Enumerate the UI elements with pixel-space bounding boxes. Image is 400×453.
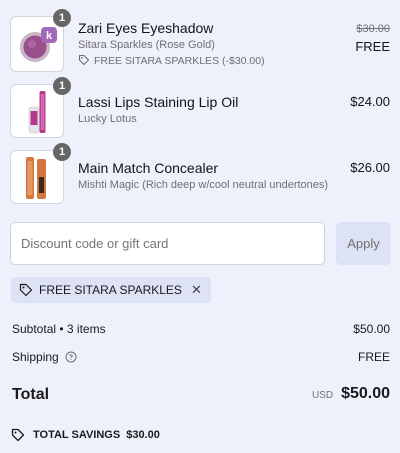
- applied-discount-chip: FREE SITARA SPARKLES ✕: [11, 277, 211, 303]
- product-name: Zari Eyes Eyeshadow: [78, 20, 214, 36]
- subtotal-label: Subtotal • 3 items: [12, 322, 106, 336]
- tag-icon: [19, 283, 33, 297]
- applied-discount-code: FREE SITARA SPARKLES: [39, 283, 182, 297]
- applied-discount: FREE SITARA SPARKLES (-$30.00): [78, 54, 265, 67]
- total-savings-value: $30.00: [126, 429, 160, 441]
- total-savings: TOTAL SAVINGS $30.00: [11, 428, 160, 442]
- tag-icon: [11, 428, 25, 442]
- total-value: $50.00: [341, 385, 390, 402]
- line-item-lip-oil: 1 Lassi Lips Staining Lip Oil Lucky Lotu…: [10, 77, 392, 140]
- shipping-label: Shipping: [12, 350, 59, 364]
- item-price: FREE: [355, 39, 390, 54]
- currency-code: USD: [311, 390, 334, 401]
- quantity-badge: 1: [53, 9, 71, 27]
- compare-at-price: $30.00: [356, 23, 390, 35]
- remove-discount-button[interactable]: ✕: [191, 282, 202, 298]
- subtotal-value: $50.00: [353, 322, 390, 336]
- eyeshadow-compact-icon: k: [20, 27, 57, 62]
- product-variant: Lucky Lotus: [78, 113, 137, 125]
- item-price: $26.00: [350, 160, 390, 175]
- product-name: Lassi Lips Staining Lip Oil: [78, 94, 239, 110]
- total-label: Total: [12, 386, 50, 403]
- product-variant: Mishti Magic (Rich deep w/cool neutral u…: [78, 179, 329, 191]
- quantity-badge: 1: [53, 77, 71, 95]
- product-name: Main Match Concealer: [78, 160, 219, 176]
- total-amount-group: USD $50.00: [312, 385, 390, 403]
- line-item-eyeshadow: k 1 Zari Eyes Eyeshadow Sitara Sparkles …: [10, 9, 392, 74]
- shipping-value: FREE: [357, 350, 390, 364]
- apply-discount-button[interactable]: Apply: [336, 222, 391, 265]
- svg-text:k: k: [46, 30, 53, 42]
- tag-icon: [78, 54, 90, 66]
- line-item-concealer: 1 Main Match Concealer Mishti Magic (Ric…: [10, 143, 392, 206]
- item-price: $24.00: [350, 94, 390, 109]
- shipping-row-label: Shipping: [12, 350, 77, 364]
- product-variant: Sitara Sparkles (Rose Gold): [78, 39, 215, 51]
- total-savings-label: TOTAL SAVINGS: [33, 429, 121, 441]
- applied-discount-label: FREE SITARA SPARKLES (-$30.00): [94, 55, 265, 67]
- help-circle-icon[interactable]: [65, 351, 77, 363]
- discount-code-input[interactable]: [10, 222, 325, 265]
- quantity-badge: 1: [53, 143, 71, 161]
